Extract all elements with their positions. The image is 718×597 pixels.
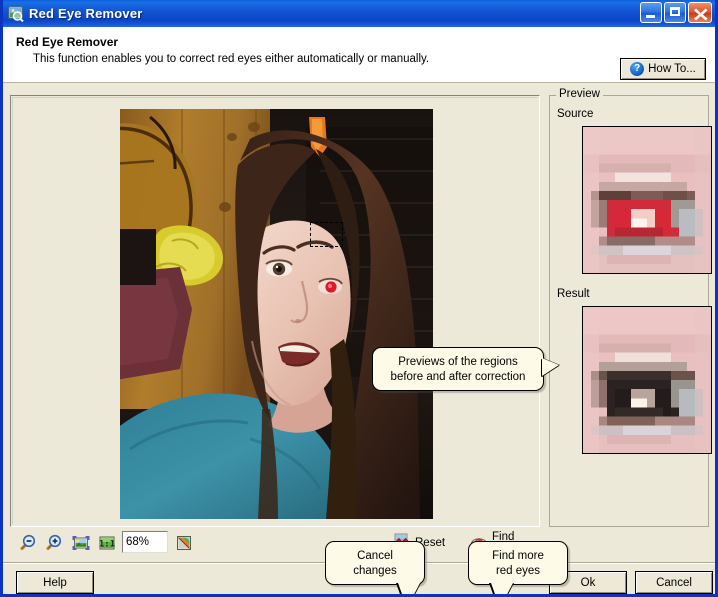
callout-findmore-line1: Find more: [492, 550, 544, 562]
callout-cancel-line1: Cancel: [357, 550, 393, 562]
callout-tail: [542, 358, 559, 376]
magnifier-plus-icon[interactable]: [43, 533, 63, 553]
source-label: Source: [557, 108, 594, 120]
callout-previews-line2: before and after correction: [390, 371, 526, 383]
how-to-label: How To...: [648, 63, 696, 75]
page-subtitle: This function enables you to correct red…: [33, 53, 430, 65]
svg-text:1:1: 1:1: [99, 539, 115, 549]
image-panel[interactable]: [10, 95, 540, 527]
callout-tail: [491, 583, 513, 594]
maximize-button[interactable]: [664, 2, 686, 23]
callout-cancel-line2: changes: [353, 565, 397, 577]
dialog-body: Preview Source Result Previews of the re…: [3, 83, 715, 594]
image-toolbar: 1:1 68% Reset Find: [10, 529, 540, 557]
red-eye-remover-window: Red Eye Remover Red Eye Remover This fun…: [0, 0, 718, 597]
red-eye-remover-icon: [8, 6, 24, 22]
magnifier-minus-icon[interactable]: [17, 533, 37, 553]
result-preview: [582, 306, 712, 454]
source-preview: [582, 126, 712, 274]
question-mark-icon: ?: [630, 62, 645, 76]
title-bar: Red Eye Remover: [3, 0, 715, 27]
callout-cancel-changes: Cancel changes: [325, 541, 425, 594]
fit-image-icon[interactable]: [71, 533, 91, 553]
callout-findmore-line2: red eyes: [495, 565, 541, 577]
callout-previews-line1: Previews of the regions: [398, 356, 518, 368]
split-image-icon[interactable]: [174, 533, 194, 553]
preview-group: Preview Source Result: [549, 88, 712, 527]
minimize-button[interactable]: [640, 2, 662, 23]
cancel-button[interactable]: Cancel: [635, 571, 713, 594]
zoom-input[interactable]: 68%: [122, 531, 168, 553]
page-title: Red Eye Remover: [16, 35, 119, 49]
callout-tail: [398, 583, 420, 594]
preview-group-label: Preview: [556, 88, 603, 100]
one-to-one-icon[interactable]: 1:1: [97, 533, 117, 553]
help-button[interactable]: Help: [16, 571, 94, 594]
window-title: Red Eye Remover: [29, 6, 143, 21]
photo-image: [120, 109, 433, 519]
callout-previews: Previews of the regions before and after…: [372, 347, 559, 391]
how-to-button[interactable]: ? How To...: [620, 58, 706, 80]
photo-canvas[interactable]: [120, 109, 433, 519]
header-banner: Red Eye Remover This function enables yo…: [3, 27, 715, 83]
result-label: Result: [557, 288, 590, 300]
window-controls: [640, 2, 712, 23]
callout-find-more: Find more red eyes: [468, 541, 568, 594]
close-icon[interactable]: [688, 2, 712, 23]
